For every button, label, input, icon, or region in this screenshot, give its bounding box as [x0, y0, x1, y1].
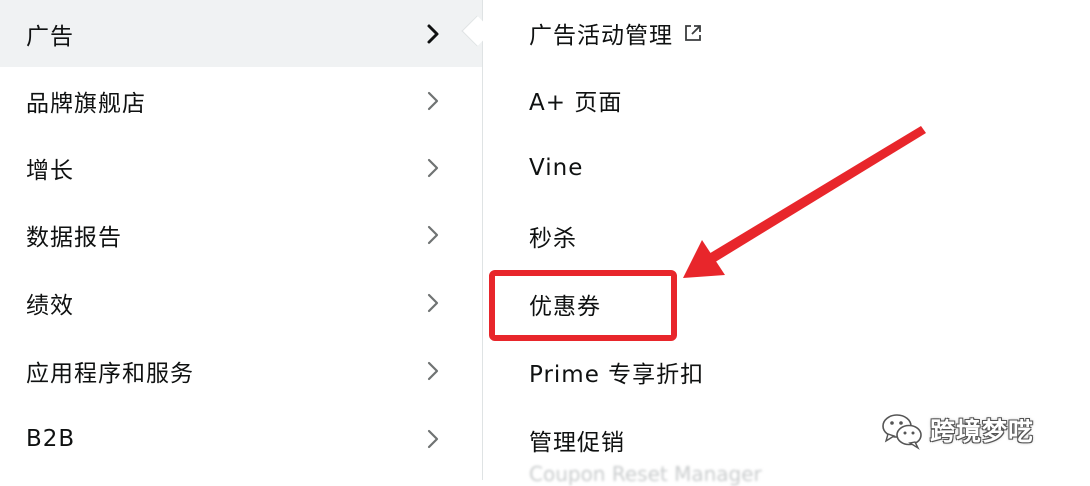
- menu-item-advertising[interactable]: 广告: [0, 0, 482, 67]
- submenu-item-label: Vine: [529, 155, 584, 181]
- watermark: 跨境梦呓: [880, 408, 1034, 452]
- menu-item-label: 品牌旗舰店: [26, 90, 146, 117]
- submenu-item-prime-discounts[interactable]: Prime 专享折扣: [529, 352, 704, 392]
- menu-item-label: B2B: [26, 425, 76, 452]
- submenu-item-label: 秒杀: [529, 226, 577, 252]
- submenu-item-label: A+ 页面: [529, 90, 623, 116]
- menu-item-label: 广告: [26, 23, 74, 50]
- submenu-item-label: 管理促销: [529, 430, 625, 456]
- chevron-right-icon: [424, 428, 442, 450]
- chevron-right-icon: [424, 90, 442, 112]
- menu-item-label: 增长: [26, 157, 74, 184]
- submenu-item-a-plus-content[interactable]: A+ 页面: [529, 80, 622, 120]
- chevron-right-icon: [424, 360, 442, 382]
- wechat-icon: [880, 410, 924, 450]
- submenu-item-label: Prime 专享折扣: [529, 362, 705, 388]
- watermark-text: 跨境梦呓: [930, 417, 1035, 446]
- menu-item-label: 应用程序和服务: [26, 360, 194, 387]
- chevron-right-icon: [424, 292, 442, 314]
- partial-submenu-item: Coupon Reset Manager: [529, 462, 762, 486]
- menu-item-b2b[interactable]: B2B: [0, 405, 482, 472]
- menu-item-reports[interactable]: 数据报告: [0, 201, 482, 268]
- chevron-right-icon: [424, 157, 442, 179]
- submenu-item-manage-promotions[interactable]: 管理促销: [529, 420, 625, 460]
- main-menu: 广告 品牌旗舰店 增长 数据报告 绩效 应用程序和服务 B2B: [0, 0, 482, 480]
- chevron-right-icon: [424, 23, 442, 45]
- highlight-box: [489, 270, 677, 341]
- submenu-item-vine[interactable]: Vine: [529, 148, 583, 188]
- menu-item-label: 数据报告: [26, 224, 122, 251]
- external-link-icon: [683, 23, 703, 43]
- menu-item-brand-store[interactable]: 品牌旗舰店: [0, 67, 482, 134]
- menu-item-label: 绩效: [26, 292, 74, 319]
- submenu-item-label: 广告活动管理: [529, 23, 673, 49]
- submenu-item-campaign-manager[interactable]: 广告活动管理: [529, 13, 703, 53]
- menu-item-apps-services[interactable]: 应用程序和服务: [0, 337, 482, 404]
- chevron-right-icon: [424, 224, 442, 246]
- submenu-item-lightning-deals[interactable]: 秒杀: [529, 216, 577, 256]
- menu-item-growth[interactable]: 增长: [0, 134, 482, 201]
- menu-item-performance[interactable]: 绩效: [0, 269, 482, 336]
